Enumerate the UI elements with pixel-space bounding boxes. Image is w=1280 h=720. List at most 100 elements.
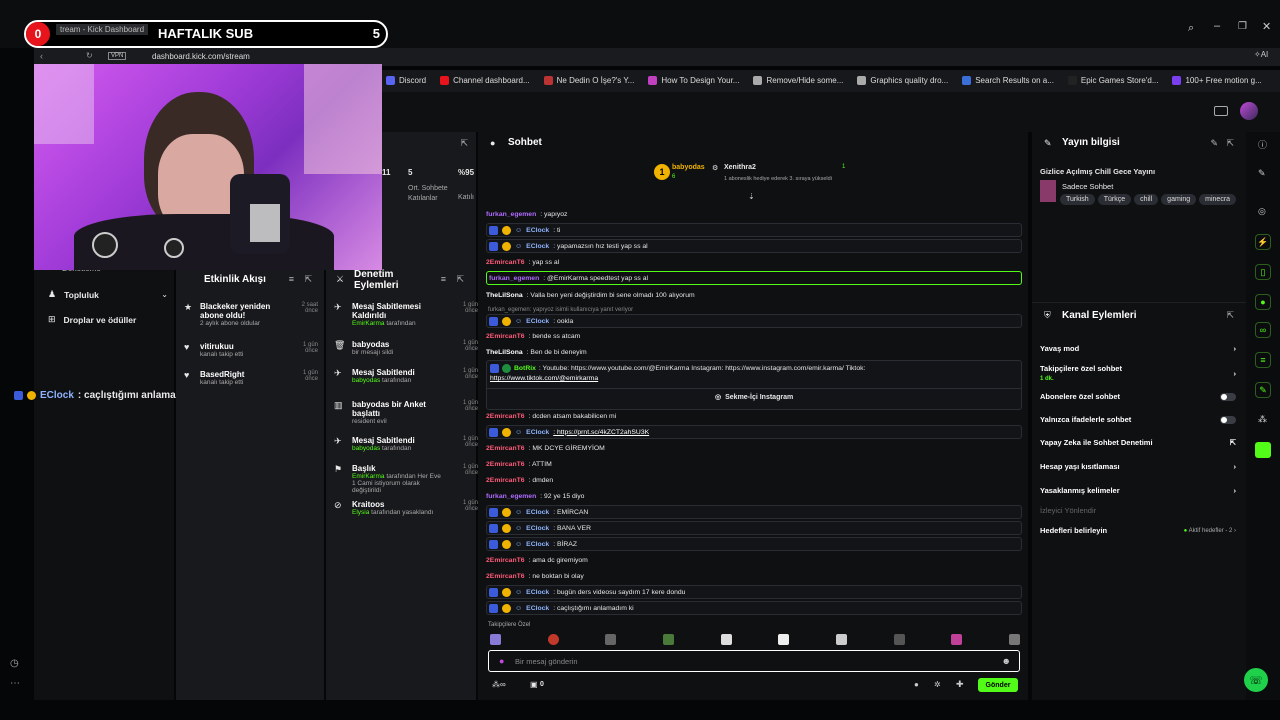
popout-icon[interactable]: ⇱ [456,274,464,285]
popout-icon[interactable]: ⇱ [1226,310,1234,321]
bookmark-item[interactable]: 100+ Free motion g... [1172,76,1262,85]
avatar[interactable] [1240,102,1258,120]
chat-icon[interactable]: ● [1255,294,1271,310]
chevron-down-icon[interactable]: ⇣ [748,192,755,201]
nav-drops[interactable]: ⊞ Droplar ve ödüller [48,314,136,325]
emote-bar[interactable] [490,634,1020,646]
chat-username[interactable]: EClock [526,243,549,250]
emotes-chat-toggle[interactable] [1220,415,1236,424]
chat-username[interactable]: 2EmircanT6 [486,259,525,266]
info-icon[interactable]: ⓘ [1258,138,1267,151]
support-icon[interactable]: ☏ [1244,668,1268,692]
chat-username[interactable]: EClock [526,589,549,596]
chat-username[interactable]: 2EmircanT6 [486,461,525,468]
bookmark-item[interactable]: Channel dashboard... [440,76,530,85]
bookmark-item[interactable]: Epic Games Store'd... [1067,76,1158,85]
chat-username[interactable]: EClock [526,318,549,325]
banned-words-row[interactable]: Yasaklanmış kelimeler › [1040,486,1236,495]
age-limit-row[interactable]: Hesap yaşı kısıtlaması › [1040,462,1236,471]
edit-icon[interactable]: ✎ [1210,138,1218,149]
microphone-icon[interactable]: ● [499,656,504,666]
category-name[interactable]: Sadece Sohbet [1062,182,1113,191]
tab-title[interactable]: tream - Kick Dashboard [56,24,149,35]
bookmark-item[interactable]: Remove/Hide some... [753,76,843,85]
clock-icon[interactable]: ◷ [10,658,19,669]
filter-icon[interactable]: ≡ [289,274,294,284]
chat-username[interactable]: furkan_egemen [486,493,536,500]
gifter-user[interactable]: Xenithra2 [724,164,756,171]
chat-username[interactable]: 2EmircanT6 [486,557,525,564]
lightning-icon[interactable]: ⚡ [1255,234,1271,250]
list-icon[interactable]: ≡ [1255,352,1271,368]
close-icon[interactable]: ✕ [1262,20,1271,33]
tiktok-link[interactable]: https://www.tiktok.com/@emirkarma [490,375,598,382]
ai-icon[interactable]: ✧AI [1254,50,1268,59]
tag[interactable]: Turkish [1060,194,1095,205]
popout-icon[interactable]: ⇱ [1226,138,1234,149]
chat-input[interactable]: ● Bir mesaj gönderin ☻ [488,650,1020,672]
viewer-redirect-row[interactable]: İzleyici Yönlendir [1040,506,1236,515]
chat-username[interactable]: EClock [526,509,549,516]
chat-username[interactable]: EClock [526,525,549,532]
subs-chat-toggle[interactable] [1220,392,1236,401]
gift-icon[interactable]: ✚ [956,679,964,690]
emote-icon[interactable] [835,634,847,645]
chat-username[interactable]: 2EmircanT6 [486,573,525,580]
gift-box-icon[interactable]: ▣ [530,680,538,689]
moderation-user[interactable]: babyodas [352,377,380,384]
leader-user[interactable]: babyodas [672,164,705,171]
emoji-icon[interactable]: ☻ [1002,656,1011,666]
chat-username[interactable]: EClock [526,227,549,234]
points-icon[interactable]: ⁂∞ [492,680,506,689]
instagram-tab-button[interactable]: ◎ Sekme-İçi Instagram [715,393,793,402]
vpn-badge[interactable]: VPN [108,52,127,60]
send-button[interactable]: Gönder [978,678,1018,692]
chat-username[interactable]: 2EmircanT6 [486,333,525,340]
reload-icon[interactable]: ↻ [86,51,93,60]
more-icon[interactable]: ⋯ [10,678,20,689]
chat-username[interactable]: 2EmircanT6 [486,413,525,420]
popout-icon[interactable]: ⇱ [460,138,468,149]
target-icon[interactable]: ◎ [1258,206,1266,217]
layout-icon[interactable] [1214,106,1228,116]
chat-username[interactable]: furkan_egemen [489,275,539,282]
chat-username[interactable]: EClock [526,429,549,436]
emote-icon[interactable] [605,634,617,645]
bookmark-item[interactable]: Graphics quality dro... [857,76,948,85]
emote-icon[interactable] [490,634,501,645]
tag[interactable]: Türkçe [1097,194,1132,205]
emote-icon[interactable] [547,634,559,645]
bookmark-item[interactable]: Discord [386,76,426,85]
slow-mode-row[interactable]: Yavaş mod › [1040,344,1236,353]
chat-username[interactable]: EClock [526,605,549,612]
chat-username[interactable]: 2EmircanT6 [486,445,525,452]
emotes-chat-row[interactable]: Yalnızca ifadelerle sohbet [1040,415,1236,424]
chat-username[interactable]: TheLilSona [486,349,523,356]
tool-icon[interactable]: ✎ [1255,382,1271,398]
emote-icon[interactable] [1008,634,1020,645]
back-icon[interactable]: ‹ [40,51,43,61]
tag[interactable]: chill [1134,194,1159,205]
phone-icon[interactable]: ▯ [1255,264,1271,280]
pen-icon[interactable]: ✎ [1258,168,1266,179]
chat-username[interactable]: furkan_egemen [486,211,536,218]
link-icon[interactable]: ∞ [1255,322,1271,338]
gear-icon[interactable]: ✲ [934,680,941,689]
moderation-user[interactable]: babyodas [352,445,380,452]
popout-icon[interactable]: ⇱ [304,274,312,285]
filter-icon[interactable]: ≡ [441,274,446,284]
url-text[interactable]: dashboard.kick.com/stream [152,52,250,61]
chat-username[interactable]: EClock [526,541,549,548]
chat-username[interactable]: TheLilSona [486,292,523,299]
bookmark-item[interactable]: Search Results on a... [962,76,1054,85]
app-icon[interactable] [1255,442,1271,458]
subs-chat-row[interactable]: Abonelere özel sohbet [1040,392,1236,401]
users-icon[interactable]: ⁂ [1258,414,1267,425]
moderation-user[interactable]: EmirKarma [352,320,385,327]
ai-mod-row[interactable]: Yapay Zeka ile Sohbet Denetimi ⇱ [1040,438,1236,447]
bookmark-item[interactable]: How To Design Your... [648,76,739,85]
followers-chat-row[interactable]: Takipçilere özel sohbet 1 dk. › [1040,364,1236,382]
emote-icon[interactable] [778,634,790,645]
emote-icon[interactable] [720,634,732,645]
emote-icon[interactable] [662,634,674,645]
